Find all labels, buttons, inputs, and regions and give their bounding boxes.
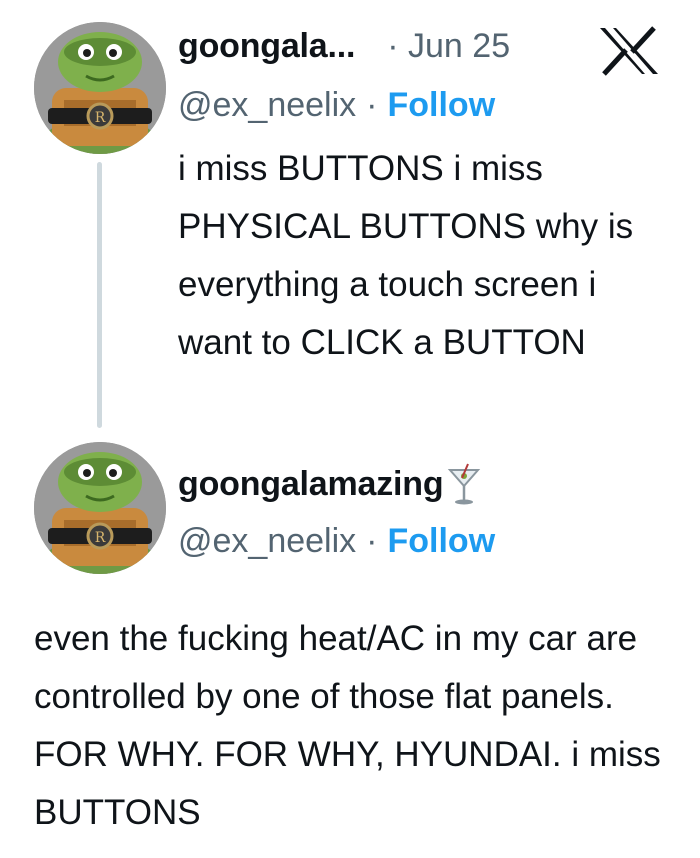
svg-text:R: R (95, 110, 106, 126)
display-name[interactable]: goongala... (178, 27, 355, 66)
tweet1-header: goongala... · Jun 25 (178, 22, 510, 70)
tweet2-text: even the fucking heat/AC in my car are c… (34, 619, 661, 832)
handle[interactable]: @ex_neelix (178, 86, 356, 125)
tweet2-handle-row: @ex_neelix · Follow (178, 518, 495, 564)
follow-button[interactable]: Follow (388, 86, 496, 125)
x-logo-icon[interactable] (598, 26, 660, 76)
thread-line (97, 162, 102, 428)
tweet1-handle-row: @ex_neelix · Follow (178, 82, 495, 128)
avatar[interactable]: R (34, 442, 166, 574)
separator: · (366, 85, 378, 124)
tweet-date[interactable]: · Jun 25 (387, 27, 510, 66)
svg-text:R: R (95, 530, 106, 546)
turtle-avatar-image: R (34, 22, 166, 154)
follow-button[interactable]: Follow (388, 522, 496, 561)
turtle-avatar-image: R (34, 442, 166, 574)
avatar[interactable]: R (34, 22, 166, 154)
separator: · (366, 521, 378, 560)
cocktail-glass-icon (447, 462, 481, 506)
display-name[interactable]: goongalamazing (178, 465, 444, 504)
handle[interactable]: @ex_neelix (178, 522, 356, 561)
tweet2-header: goongalamazing (178, 460, 481, 508)
tweet1-text: i miss BUTTONS i miss PHYSICAL BUTTONS w… (178, 149, 634, 362)
